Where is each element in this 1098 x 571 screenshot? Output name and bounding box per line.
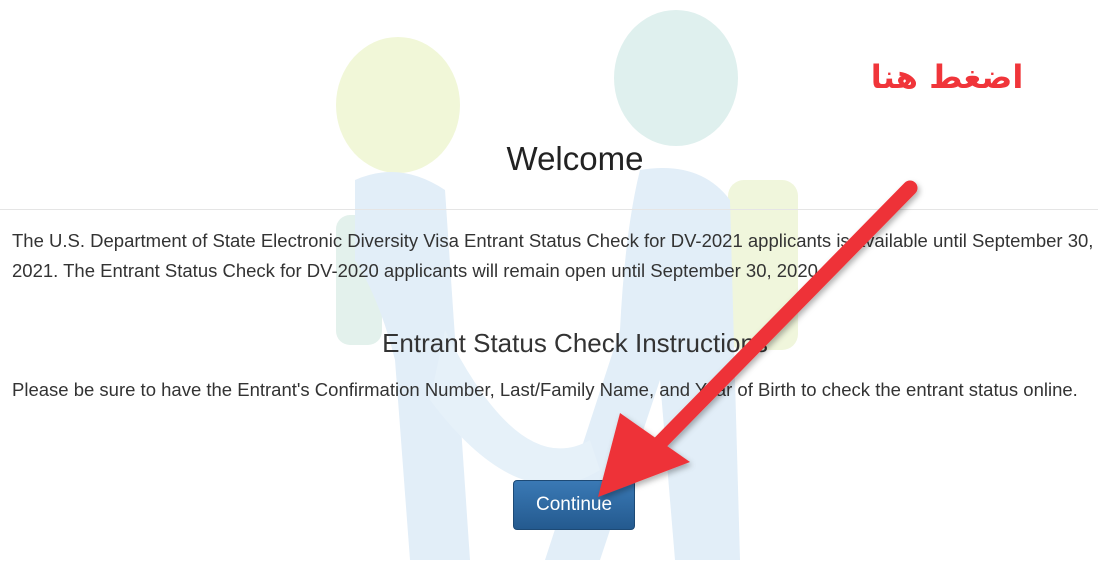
page-title: Welcome xyxy=(506,140,644,177)
instructions-text: Please be sure to have the Entrant's Con… xyxy=(12,379,1078,400)
continue-button[interactable]: Continue xyxy=(513,480,635,530)
click-here-annotation: اضغط هنا xyxy=(870,58,1024,96)
announcement-text: The U.S. Department of State Electronic … xyxy=(12,230,1094,281)
divider xyxy=(0,209,1098,210)
page: Welcome The U.S. Department of State Ele… xyxy=(0,0,1098,571)
instructions-heading: Entrant Status Check Instructions xyxy=(382,328,768,358)
